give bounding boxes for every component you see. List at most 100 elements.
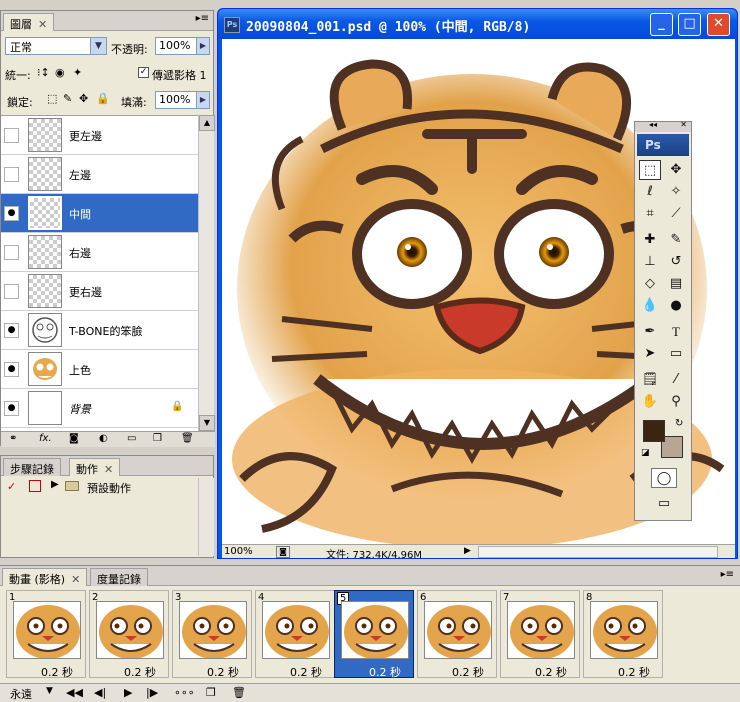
tab-actions[interactable]: 動作 ✕ — [69, 458, 121, 476]
frame-delay[interactable]: 0.2 秒 — [369, 664, 401, 680]
type-tool-icon[interactable]: T — [665, 322, 687, 342]
first-frame-icon[interactable]: ◀◀ — [66, 686, 83, 699]
next-frame-icon[interactable]: |▶ — [146, 686, 158, 699]
dialog-toggle-icon[interactable] — [29, 480, 41, 492]
horizontal-scrollbar[interactable] — [478, 546, 718, 558]
close-button[interactable]: ✕ — [707, 13, 730, 36]
lock-transparency-icon[interactable]: ⬚ — [47, 92, 57, 105]
gradient-tool-icon[interactable]: ▤ — [665, 274, 687, 294]
tab-close-icon[interactable]: ✕ — [38, 18, 47, 31]
slice-tool-icon[interactable]: ⟋ — [665, 204, 687, 224]
animation-frame[interactable]: 8 0.2 秒 — [583, 590, 663, 680]
status-arrow-icon[interactable]: ▶ — [464, 546, 471, 556]
layer-row[interactable]: 更右邊 — [1, 272, 198, 311]
unify-style-icon[interactable]: ✦ — [73, 66, 82, 79]
fill-slider-button[interactable]: ▶ — [196, 91, 210, 109]
scroll-down-icon[interactable]: ▼ — [199, 415, 215, 431]
layer-row-selected[interactable]: ● 中間 — [1, 194, 198, 233]
quick-mask-icon[interactable]: ◯ — [651, 468, 677, 488]
new-layer-icon[interactable]: ❐ — [153, 433, 162, 444]
tab-close-icon[interactable]: ✕ — [104, 463, 113, 476]
panel-menu-icon[interactable]: ▸≡ — [721, 569, 734, 580]
animation-frame[interactable]: 2 0.2 秒 — [89, 590, 169, 679]
tab-measurement-log[interactable]: 度量記錄 — [90, 568, 148, 586]
visibility-toggle[interactable] — [4, 167, 19, 182]
animation-frame[interactable]: 4 0.2 秒 — [255, 590, 335, 680]
shape-tool-icon[interactable]: ▭ — [665, 344, 687, 364]
lock-position-icon[interactable]: ✥ — [79, 92, 88, 105]
lock-all-icon[interactable]: 🔒 — [96, 92, 110, 105]
move-tool-icon[interactable]: ✥ — [665, 160, 687, 180]
mask-icon[interactable]: ◙ — [69, 433, 79, 444]
play-icon[interactable]: ▶ — [124, 686, 132, 699]
visibility-toggle[interactable] — [4, 128, 19, 143]
eye-icon[interactable]: ● — [4, 401, 19, 416]
tab-animation[interactable]: 動畫 (影格) ✕ — [2, 568, 88, 586]
layer-row[interactable]: 更左邊 — [1, 116, 198, 155]
frame-delay[interactable]: 0.2 秒 — [41, 664, 73, 680]
actions-scrollbar[interactable] — [198, 478, 214, 556]
frame-delay[interactable]: 0.2 秒 — [290, 664, 322, 680]
hand-tool-icon[interactable]: ✋ — [639, 392, 661, 412]
frame-delay[interactable]: 0.2 秒 — [452, 664, 484, 680]
frame-delay[interactable]: 0.2 秒 — [618, 664, 650, 680]
eraser-tool-icon[interactable]: ◇ — [639, 274, 661, 294]
opacity-input[interactable]: 100% — [155, 37, 197, 55]
trash-icon[interactable]: 🗑 — [181, 433, 194, 444]
layer-row[interactable]: ● T-BONE的笨臉 — [1, 311, 198, 350]
visibility-toggle[interactable] — [4, 245, 19, 260]
animation-frame[interactable]: 7 0.2 秒 — [500, 590, 580, 679]
foreground-color-swatch[interactable] — [643, 420, 665, 442]
group-icon[interactable]: ▭ — [127, 433, 136, 444]
history-brush-tool-icon[interactable]: ↺ — [665, 252, 687, 272]
dodge-tool-icon[interactable]: ● — [665, 296, 687, 316]
frame-delay[interactable]: 0.2 秒 — [207, 664, 239, 680]
opacity-slider-button[interactable]: ▶ — [196, 37, 210, 55]
duplicate-frame-icon[interactable]: ❐ — [206, 686, 216, 699]
blend-mode-select[interactable]: 正常 ▼ — [5, 37, 107, 55]
animation-frame[interactable]: 1 0.2 秒 — [6, 590, 86, 680]
tools-palette-header[interactable]: ◂◂ ✕ — [635, 120, 691, 132]
checkmark-icon[interactable]: ✓ — [7, 480, 16, 493]
fill-input[interactable]: 100% — [155, 91, 197, 109]
magic-wand-tool-icon[interactable]: ✧ — [665, 182, 687, 202]
screen-mode-icon[interactable]: ▭ — [651, 494, 677, 514]
chevron-down-icon[interactable]: ▼ — [46, 686, 53, 696]
layer-row[interactable]: 右邊 — [1, 233, 198, 272]
lock-paint-icon[interactable]: ✎ — [63, 92, 72, 105]
crop-tool-icon[interactable]: ⌗ — [639, 204, 661, 224]
marquee-tool-icon[interactable]: ⬚ — [639, 160, 661, 180]
chevron-down-icon[interactable]: ▼ — [90, 38, 106, 54]
default-colors-icon[interactable]: ◪ — [641, 448, 650, 458]
layer-row[interactable]: 左邊 — [1, 155, 198, 194]
notes-tool-icon[interactable]: 🗒 — [639, 370, 661, 390]
animation-frame-selected[interactable]: 5 0.2 秒 — [334, 590, 414, 680]
brush-tool-icon[interactable]: ✎ — [665, 230, 687, 250]
propagate-checkbox[interactable]: ✓ — [138, 67, 149, 78]
link-icon[interactable]: ⚭ — [9, 433, 17, 444]
document-titlebar[interactable]: Ps 20090804_001.psd @ 100% (中間, RGB/8) _… — [218, 9, 737, 39]
animation-frame[interactable]: 6 0.2 秒 — [417, 590, 497, 680]
loop-select[interactable]: 永遠 — [10, 686, 32, 702]
unify-position-icon[interactable]: ⁝↕ — [37, 66, 50, 79]
maximize-button[interactable]: □ — [678, 13, 701, 36]
close-icon[interactable]: ✕ — [680, 120, 687, 129]
status-menu-icon[interactable]: ◙ — [276, 546, 290, 558]
tween-icon[interactable]: ∘∘∘ — [174, 686, 195, 699]
eyedropper-tool-icon[interactable]: ⁄ — [665, 370, 687, 390]
previous-frame-icon[interactable]: ◀| — [94, 686, 106, 699]
action-set-row[interactable]: ✓ ▶ 預設動作 — [1, 478, 198, 496]
path-select-tool-icon[interactable]: ➤ — [639, 344, 661, 364]
trash-icon[interactable]: 🗑 — [232, 686, 246, 699]
eye-icon[interactable]: ● — [4, 206, 19, 221]
swap-colors-icon[interactable]: ↻ — [675, 418, 683, 429]
lasso-tool-icon[interactable]: ℓ — [639, 182, 661, 202]
collapse-icon[interactable]: ◂◂ — [649, 120, 657, 129]
layer-scrollbar[interactable]: ▲ ▼ — [198, 115, 215, 431]
eye-icon[interactable]: ● — [4, 323, 19, 338]
pen-tool-icon[interactable]: ✒ — [639, 322, 661, 342]
minimize-button[interactable]: _ — [650, 13, 673, 36]
eye-icon[interactable]: ● — [4, 362, 19, 377]
tab-history[interactable]: 步驟記錄 — [3, 458, 61, 476]
visibility-toggle[interactable] — [4, 284, 19, 299]
